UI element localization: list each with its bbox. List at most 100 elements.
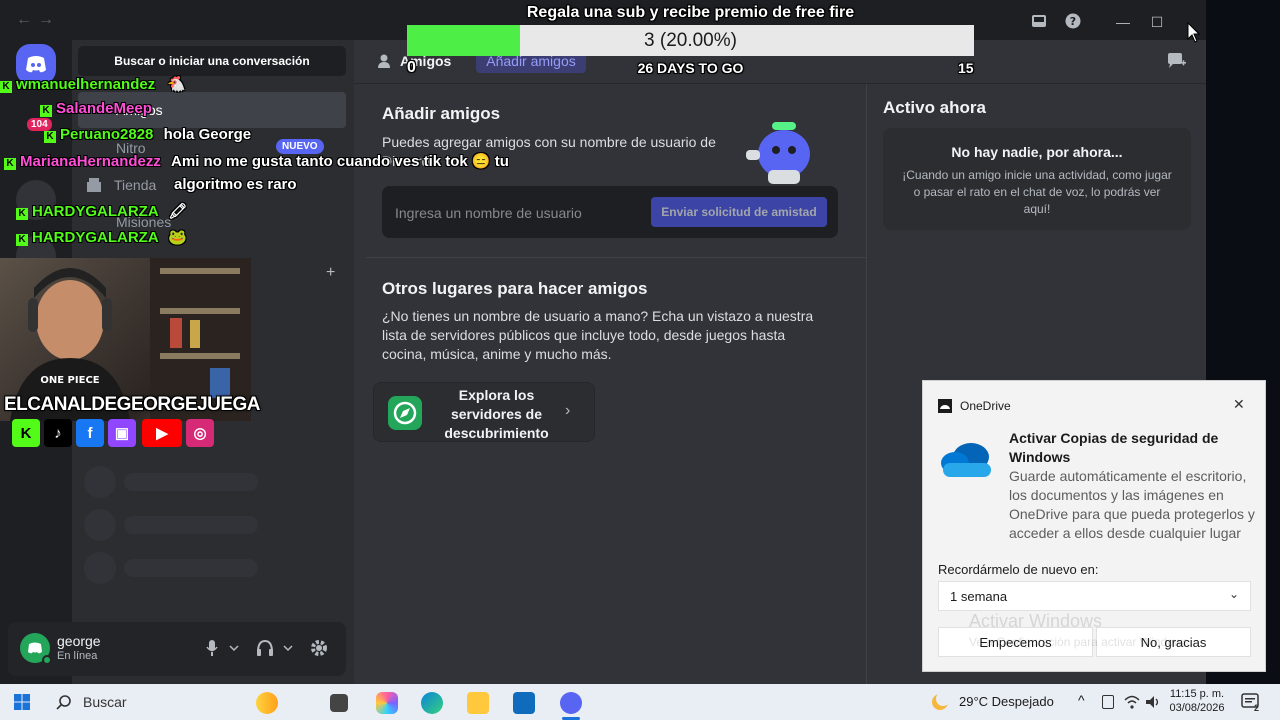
active-empty-title: No hay nadie, por ahora...	[951, 144, 1123, 160]
dm-placeholder-text	[124, 516, 258, 534]
volume-icon[interactable]	[1145, 694, 1161, 710]
user-status: En línea	[57, 650, 98, 662]
toast-body: Guarde automáticamente el escritorio, lo…	[1009, 468, 1255, 541]
forward-arrow-icon[interactable]: →	[38, 11, 54, 29]
remind-value: 1 semana	[950, 589, 1008, 604]
gear-icon[interactable]	[310, 639, 328, 657]
username-input[interactable]	[395, 201, 645, 225]
sidebar-item-store[interactable]: Tienda	[114, 177, 156, 193]
username-input-container: Enviar solicitud de amistad	[382, 186, 838, 238]
chat-username: Peruano2828	[60, 126, 154, 143]
goal-target: 15	[958, 60, 974, 76]
taskbar-search[interactable]: Buscar	[83, 694, 127, 710]
chat-username: wmanuelhernandez	[16, 76, 156, 93]
conversation-search[interactable]: Buscar o iniciar una conversación	[78, 46, 346, 76]
chat-username: HARDYGALARZA	[32, 203, 159, 220]
weather-moon-icon	[932, 692, 950, 710]
shirt-text: ONE PIECE	[40, 375, 99, 386]
chat-username: HARDYGALARZA	[32, 229, 159, 246]
close-icon[interactable]: ✕	[1233, 396, 1245, 413]
goal-progress-text: 3 (20.00%)	[644, 30, 737, 51]
onedrive-app-icon	[938, 399, 952, 413]
chat-message-continued: algoritmo es raro	[174, 176, 297, 193]
chat-message: K Peruano2828 hola George	[44, 126, 251, 143]
maximize-button[interactable]: ☐	[1142, 8, 1172, 36]
onedrive-cloud-icon	[941, 443, 991, 477]
chevron-down-icon: ⌄	[1229, 587, 1240, 601]
chat-username: SalandeMeep	[56, 100, 152, 117]
goal-title: Regala una sub y recibe premio de free f…	[526, 4, 855, 21]
new-group-dm-icon[interactable]	[1166, 52, 1186, 70]
kick-badge-icon: K	[4, 158, 16, 170]
dm-placeholder-avatar	[84, 552, 116, 584]
copilot-icon[interactable]	[376, 692, 398, 714]
weather-text[interactable]: 29°C Despejado	[959, 694, 1054, 709]
other-places-description: ¿No tienes un nombre de usuario a mano? …	[382, 308, 814, 362]
task-view-icon[interactable]	[330, 694, 348, 712]
edge-browser-icon[interactable]	[421, 692, 443, 714]
clock[interactable]: 11:15 p. m. 03/08/2026	[1166, 687, 1228, 715]
friends-icon	[378, 54, 390, 68]
activate-windows-subtext: Ve a Configuración para activar Windows.	[969, 635, 1192, 649]
chat-message: K HARDYGALARZA 🖍	[16, 202, 187, 220]
discord-taskbar-icon[interactable]	[560, 692, 582, 714]
store-icon	[87, 178, 101, 192]
remind-select[interactable]: 1 semana ⌄	[938, 581, 1251, 611]
facebook-icon: f	[76, 419, 104, 447]
chat-text: hola George	[163, 126, 252, 143]
chat-message: K SalandeMeep	[40, 100, 152, 117]
status-dot	[42, 655, 52, 665]
help-icon[interactable]: ?	[1065, 13, 1081, 29]
chat-message: Kwmanuelhernandez 🐔	[0, 75, 186, 93]
toast-app-name: OneDrive	[960, 399, 1011, 413]
create-dm-icon[interactable]: +	[326, 264, 335, 282]
chat-text: algoritmo es raro	[174, 176, 297, 193]
taskbar: Buscar 29°C Despejado ^ 11:15 p. m. 03/0…	[0, 684, 1280, 720]
dm-placeholder-avatar	[84, 509, 116, 541]
notification-count: 2	[1254, 703, 1260, 713]
goal-progress-bar: 3 (20.00%)	[407, 25, 974, 56]
minimize-button[interactable]: —	[1108, 8, 1138, 36]
dm-placeholder-text	[124, 473, 258, 491]
send-friend-request-button[interactable]: Enviar solicitud de amistad	[651, 197, 827, 227]
remind-label: Recordármelo de nuevo en:	[938, 562, 1099, 577]
kick-badge-icon: K	[16, 208, 28, 220]
back-arrow-icon[interactable]: ←	[16, 11, 32, 29]
column-divider	[866, 84, 867, 684]
outlook-icon[interactable]	[513, 692, 535, 714]
clock-time: 11:15 p. m.	[1169, 688, 1225, 700]
username[interactable]: george	[57, 633, 101, 649]
onedrive-notification: OneDrive ✕ Activar Copias de seguridad d…	[922, 380, 1266, 672]
explore-discovery-button[interactable]: Explora los servidores de descubrimiento…	[373, 382, 595, 442]
chat-text: 🖍	[168, 203, 188, 220]
youtube-icon: ▶	[142, 419, 182, 447]
goal-days-left: 26 DAYS TO GO	[637, 60, 744, 76]
chat-username: MarianaHernandezz	[20, 153, 161, 170]
toast-title: Activar Copias de seguridad de Windows	[1009, 430, 1219, 465]
clock-date: 03/08/2026	[1169, 702, 1225, 714]
kick-badge-icon: K	[44, 131, 56, 143]
chat-text: 🐔	[167, 76, 187, 93]
search-highlight-icon[interactable]	[256, 692, 278, 714]
explore-label: Explora los servidores de descubrimiento	[444, 387, 549, 441]
compass-icon	[388, 396, 422, 430]
section-divider	[366, 257, 866, 258]
inbox-icon[interactable]	[1031, 13, 1047, 29]
active-now-title: Activo ahora	[883, 98, 986, 117]
kick-badge-icon: K	[16, 234, 28, 246]
location-icon[interactable]	[1102, 695, 1114, 709]
active-now-card: No hay nadie, por ahora... ¡Cuando un am…	[883, 128, 1191, 230]
chat-text: Ami no me gusta tanto cuando ves tik tok…	[171, 153, 509, 170]
dm-placeholder-avatar	[84, 466, 116, 498]
windows-start-icon[interactable]	[14, 694, 30, 710]
microphone-icon[interactable]	[204, 639, 240, 657]
kick-badge-icon: K	[40, 105, 52, 117]
search-icon	[56, 695, 71, 710]
headphones-icon[interactable]	[256, 639, 296, 657]
file-explorer-icon[interactable]	[467, 692, 489, 714]
wifi-icon[interactable]	[1124, 694, 1140, 710]
mouse-cursor-icon	[1187, 22, 1201, 43]
chevron-up-icon[interactable]: ^	[1078, 692, 1085, 708]
tiktok-icon: ♪	[44, 419, 72, 447]
other-places-title: Otros lugares para hacer amigos	[382, 279, 648, 298]
